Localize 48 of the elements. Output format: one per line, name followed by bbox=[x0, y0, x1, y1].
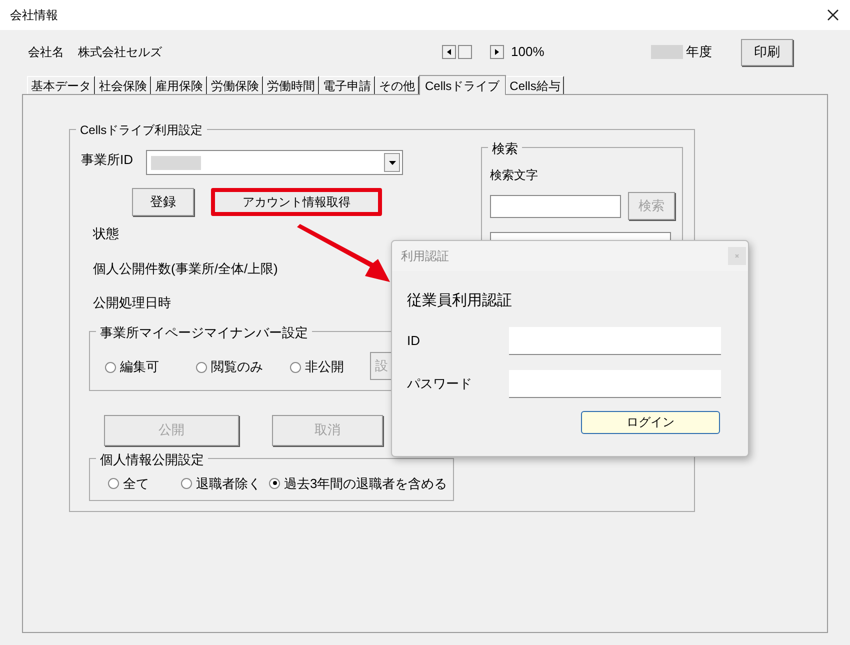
radio-button[interactable] bbox=[105, 362, 116, 372]
window-title: 会社情報 bbox=[10, 7, 58, 24]
login-button[interactable]: ログイン bbox=[581, 410, 720, 434]
radio-button[interactable] bbox=[290, 362, 301, 372]
status-label: 公開処理日時 bbox=[93, 294, 171, 312]
dialog-heading: 従業員利用認証 bbox=[407, 291, 513, 311]
field-label: パスワード bbox=[407, 374, 473, 393]
radio-option[interactable]: 過去3年間の退職者を含める bbox=[269, 474, 448, 493]
tab[interactable]: Cells給与 bbox=[506, 76, 564, 94]
dialog-title: 利用認証 bbox=[401, 248, 449, 265]
print-button[interactable]: 印刷 bbox=[741, 38, 793, 66]
search-text-label: 検索文字 bbox=[490, 167, 539, 184]
radio-button[interactable] bbox=[269, 478, 280, 489]
field-label: ID bbox=[407, 332, 421, 350]
group-title: Cellsドライブ利用設定 bbox=[76, 121, 207, 139]
year-label: 年度 bbox=[686, 43, 713, 62]
company-label: 会社名 bbox=[28, 44, 65, 61]
tab[interactable]: 労働保険 bbox=[207, 76, 263, 94]
tab[interactable]: 雇用保険 bbox=[151, 76, 207, 94]
radio-option[interactable]: 非公開 bbox=[290, 357, 370, 377]
tab[interactable]: 電子申請 bbox=[319, 76, 375, 94]
tab[interactable]: Cellsドライブ bbox=[419, 75, 506, 95]
radio-option[interactable]: 編集可 bbox=[105, 357, 196, 377]
tab[interactable]: 基本データ bbox=[27, 76, 95, 94]
input-field[interactable] bbox=[509, 370, 721, 398]
radio-button[interactable] bbox=[196, 362, 207, 372]
status-label: 状態 bbox=[93, 225, 119, 243]
zoom-scrollbar[interactable] bbox=[442, 45, 505, 59]
register-button[interactable]: 登録 bbox=[132, 188, 194, 216]
tab[interactable]: 労働時間 bbox=[263, 76, 319, 94]
radio-option[interactable]: 全て bbox=[108, 474, 181, 493]
close-icon[interactable] bbox=[827, 9, 839, 21]
zoom-value: 100% bbox=[511, 43, 546, 62]
office-id-label: 事業所ID bbox=[81, 151, 134, 169]
scroll-thumb[interactable] bbox=[458, 45, 472, 59]
account-info-button[interactable]: アカウント情報取得 bbox=[211, 188, 382, 216]
radio-option[interactable]: 閲覧のみ bbox=[196, 357, 290, 377]
radio-button[interactable] bbox=[108, 478, 119, 489]
radio-option[interactable]: 退職者除く bbox=[181, 474, 269, 493]
status-label: 個人公開件数(事業所/全体/上限) bbox=[93, 260, 278, 278]
input-field[interactable] bbox=[509, 326, 721, 354]
blurred-value bbox=[151, 156, 201, 170]
radio-button[interactable] bbox=[181, 478, 192, 489]
tab[interactable]: その他 bbox=[375, 76, 419, 94]
tab[interactable]: 社会保険 bbox=[95, 76, 151, 94]
blurred-value bbox=[651, 45, 683, 59]
search-field[interactable] bbox=[490, 194, 621, 218]
company-name: 株式会社セルズ bbox=[78, 44, 163, 61]
